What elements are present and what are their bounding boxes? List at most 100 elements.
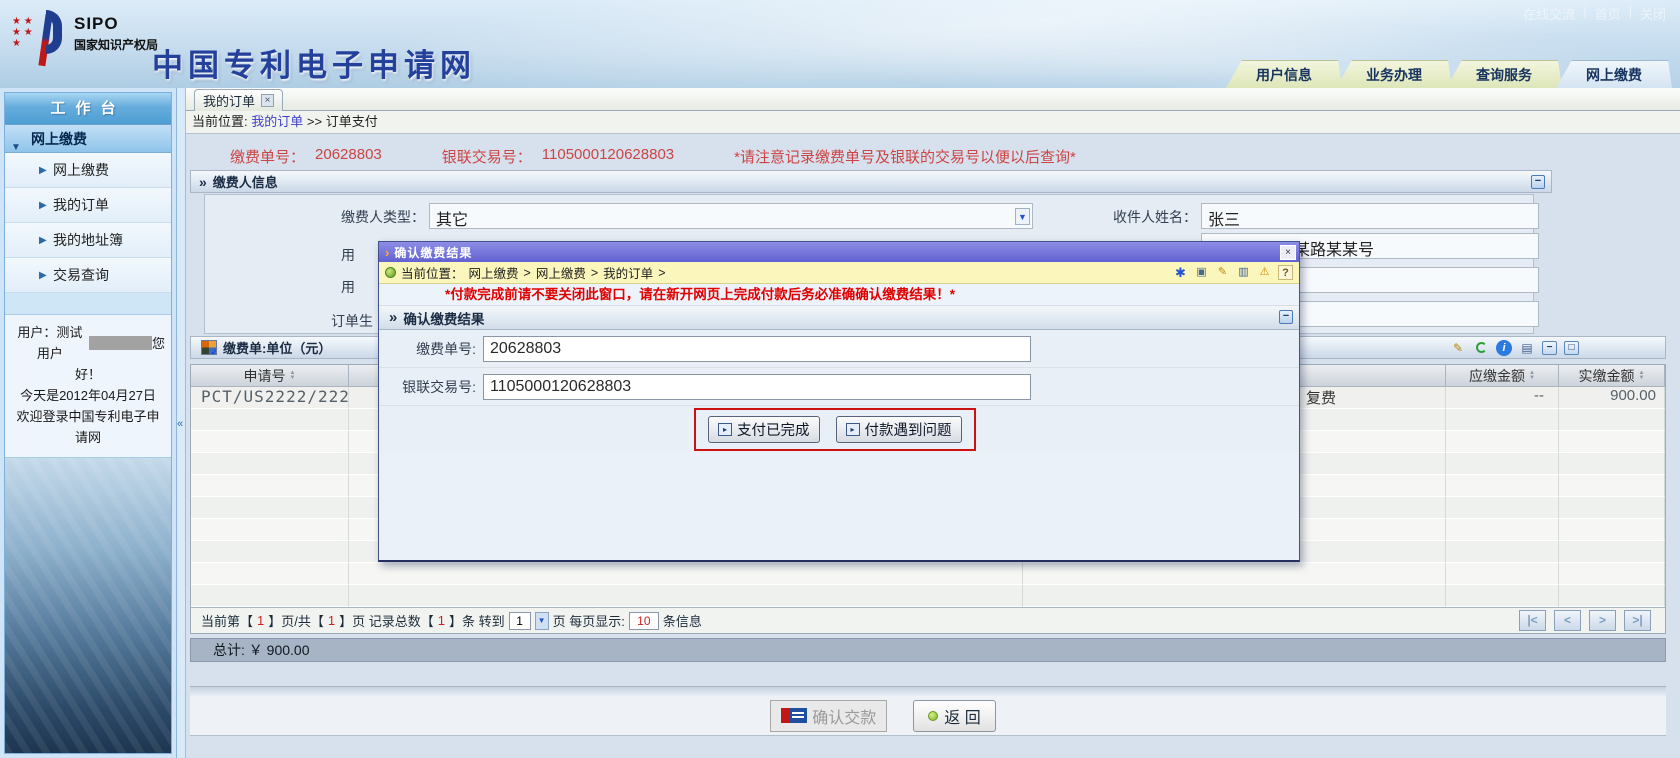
dialog-titlebar[interactable]: › 确认缴费结果 × xyxy=(379,242,1299,262)
empty-cell xyxy=(1023,585,1446,607)
triangle-right-icon: ▶ xyxy=(39,188,47,223)
list-icon[interactable]: ▤ xyxy=(1519,340,1535,356)
pen-icon[interactable]: ✎ xyxy=(1215,265,1230,280)
sidebar-collapse-handle[interactable]: « xyxy=(177,88,186,758)
sidebar-item-transaction-query[interactable]: ▶ 交易查询 xyxy=(5,258,171,293)
pen-icon[interactable]: ✎ xyxy=(1450,340,1466,356)
tab-my-orders[interactable]: 我的订单 × xyxy=(194,89,283,111)
total-pages-number: 1 xyxy=(328,613,335,628)
payment-completed-button[interactable]: ▸ 支付已完成 xyxy=(708,416,820,443)
empty-cell xyxy=(1446,519,1559,541)
sort-icon: ▲▼ xyxy=(1639,371,1645,381)
first-page-button[interactable]: |< xyxy=(1519,610,1546,631)
section-title: 缴费人信息 xyxy=(213,172,278,191)
confirm-payment-dialog: › 确认缴费结果 × 当前位置： 网上缴费 > 网上缴费 > 我的订单 > ✱ … xyxy=(378,241,1300,562)
recipient-address-partial: 某路某某号 xyxy=(1294,242,1374,259)
tab-online-payment[interactable]: 网上缴费 xyxy=(1556,60,1672,88)
unionpay-no-value: 1105000120628803 xyxy=(542,146,674,167)
sidebar-group-label: 网上缴费 xyxy=(31,131,87,147)
section-arrow-icon: » xyxy=(199,174,207,190)
breadcrumb-link-my-orders[interactable]: 我的订单 xyxy=(251,114,303,129)
payment-problem-button[interactable]: ▸ 付款遇到问题 xyxy=(836,416,962,443)
fee-no-input[interactable] xyxy=(483,336,1031,362)
link-separator: | xyxy=(1583,4,1586,23)
dialog-title: 确认缴费结果 xyxy=(394,244,472,261)
help-icon[interactable]: ? xyxy=(1278,265,1293,280)
tab-business[interactable]: 业务办理 xyxy=(1336,60,1452,88)
collapse-section-icon[interactable]: − xyxy=(1531,175,1545,189)
link-home[interactable]: 首页 xyxy=(1595,4,1621,23)
payer-type-select[interactable]: 其它 ▼ xyxy=(429,203,1033,229)
main-nav-tabs: 用户信息 业务办理 查询服务 网上缴费 xyxy=(1232,60,1672,88)
empty-cell xyxy=(1446,563,1559,585)
info-icon[interactable]: i xyxy=(1496,340,1512,356)
refresh-icon[interactable] xyxy=(1473,340,1489,356)
link-close[interactable]: 关闭 xyxy=(1640,4,1666,23)
dialog-toolbar: ✱ ▣ ✎ ▥ ⚠ ? xyxy=(1173,265,1293,280)
section-title: 缴费单:单位（元） xyxy=(223,338,331,357)
recipient-name-field[interactable]: 张三 xyxy=(1201,203,1539,229)
prev-page-button[interactable]: < xyxy=(1554,610,1581,631)
chevron-down-icon[interactable]: ▼ xyxy=(1015,208,1030,225)
dialog-breadcrumb-item[interactable]: 网上缴费 xyxy=(536,263,586,282)
breadcrumb-separator: > xyxy=(524,266,531,280)
column-header-amount-paid[interactable]: 实缴金额 ▲▼ xyxy=(1559,365,1665,386)
collapse-section-icon[interactable]: − xyxy=(1279,310,1293,324)
current-page-number: 1 xyxy=(257,613,264,628)
column-header-application-no[interactable]: 申请号 ▲▼ xyxy=(191,365,349,386)
dialog-warning-text: *付款完成前请不要关闭此窗口，请在新开网页上完成付款后务必准确确认缴费结果！* xyxy=(379,284,1299,306)
settings-icon[interactable]: ✱ xyxy=(1173,265,1188,280)
breadcrumb-separator: > xyxy=(591,266,598,280)
sidebar-item-label: 网上缴费 xyxy=(53,162,109,178)
tab-query-service[interactable]: 查询服务 xyxy=(1446,60,1562,88)
goto-page-spinner-icon[interactable]: ▼ xyxy=(535,612,549,630)
confirm-payment-button[interactable]: 确认交款 xyxy=(770,700,887,732)
close-icon[interactable]: × xyxy=(1280,245,1296,260)
sidebar-item-address-book[interactable]: ▶ 我的地址簿 xyxy=(5,223,171,258)
dialog-breadcrumb-item[interactable]: 网上缴费 xyxy=(469,263,519,282)
empty-cell xyxy=(1023,563,1446,585)
user-greeting-1: 您 xyxy=(152,333,165,354)
logo-text-sipo: SIPO xyxy=(74,14,158,34)
monitor-icon[interactable]: ▥ xyxy=(1236,265,1251,280)
empty-cell xyxy=(1559,409,1665,431)
welcome-message: 欢迎登录中国专利电子申请网 xyxy=(11,406,165,448)
link-online-chat[interactable]: 在线交流 xyxy=(1523,4,1575,23)
sort-icon: ▲▼ xyxy=(290,371,296,381)
empty-cell xyxy=(191,541,349,563)
document-tabbar: 我的订单 × xyxy=(186,88,1680,111)
close-icon[interactable]: × xyxy=(261,94,274,107)
unionpay-no-input[interactable] xyxy=(483,374,1031,400)
last-page-button[interactable]: >| xyxy=(1624,610,1651,631)
sidebar-group-online-payment[interactable]: ▼ 网上缴费 xyxy=(5,125,171,153)
maximize-icon[interactable]: □ xyxy=(1564,341,1579,355)
goto-page-input[interactable] xyxy=(509,612,531,630)
next-page-button[interactable]: > xyxy=(1589,610,1616,631)
pager-text: 】页 记录总数【 xyxy=(339,611,434,630)
total-bar: 总计: ￥ 900.00 xyxy=(190,638,1666,662)
logo-shape xyxy=(46,10,62,54)
per-page-input[interactable] xyxy=(629,612,659,630)
empty-cell xyxy=(1559,453,1665,475)
form-icon[interactable]: ▣ xyxy=(1194,265,1209,280)
user-label: 用户：测试用户 xyxy=(11,322,89,364)
back-button[interactable]: 返 回 xyxy=(913,700,995,732)
empty-cell xyxy=(1446,585,1559,607)
column-header-amount-due[interactable]: 应缴金额 ▲▼ xyxy=(1446,365,1559,386)
dialog-breadcrumb-item[interactable]: 我的订单 xyxy=(603,263,653,282)
empty-cell xyxy=(1559,431,1665,453)
empty-cell xyxy=(1559,475,1665,497)
unionpay-no-label: 银联交易号: xyxy=(379,377,476,397)
warning-icon[interactable]: ⚠ xyxy=(1257,265,1272,280)
sidebar-item-online-payment[interactable]: ▶ 网上缴费 xyxy=(5,153,171,188)
empty-cell xyxy=(1446,475,1559,497)
empty-cell xyxy=(1559,541,1665,563)
tab-user-info[interactable]: 用户信息 xyxy=(1226,60,1342,88)
minimize-icon[interactable]: − xyxy=(1542,341,1557,355)
empty-cell xyxy=(191,431,349,453)
sidebar-item-my-orders[interactable]: ▶ 我的订单 xyxy=(5,188,171,223)
sort-icon: ▲▼ xyxy=(1529,371,1535,381)
empty-cell xyxy=(349,563,1023,585)
empty-cell xyxy=(1559,519,1665,541)
current-date: 今天是2012年04月27日 xyxy=(11,385,165,406)
